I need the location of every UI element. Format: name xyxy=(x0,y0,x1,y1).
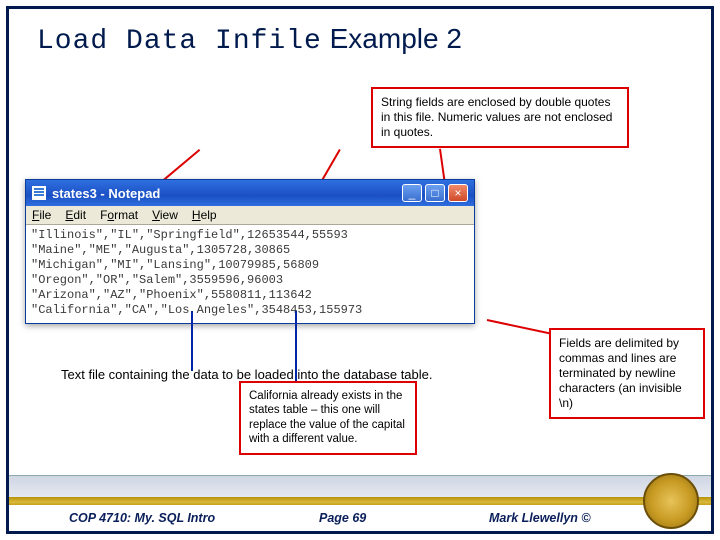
title-rest: Example 2 xyxy=(330,23,462,54)
slide-title: Load Data Infile Example 2 xyxy=(9,9,711,67)
menu-view[interactable]: View xyxy=(152,208,178,222)
callout-delimiters: Fields are delimited by commas and lines… xyxy=(549,328,705,419)
window-buttons: _ □ × xyxy=(402,184,468,202)
ucf-seal-icon xyxy=(643,473,699,529)
minimize-button[interactable]: _ xyxy=(402,184,422,202)
file-line: "Maine","ME","Augusta",1305728,30865 xyxy=(31,243,290,257)
file-line: "California","CA","Los Angeles",3548453,… xyxy=(31,303,362,317)
notepad-titlebar[interactable]: states3 - Notepad _ □ × xyxy=(26,180,474,206)
title-mono: Load Data Infile xyxy=(37,26,322,57)
file-line: "Illinois","IL","Springfield",12653544,5… xyxy=(31,228,348,242)
footer-author: Mark Llewellyn © xyxy=(489,511,591,525)
notepad-icon xyxy=(32,186,46,200)
footer-course: COP 4710: My. SQL Intro xyxy=(69,511,215,525)
menu-edit[interactable]: Edit xyxy=(65,208,86,222)
menu-format[interactable]: Format xyxy=(100,208,138,222)
maximize-button[interactable]: □ xyxy=(425,184,445,202)
notepad-window: states3 - Notepad _ □ × File Edit Format… xyxy=(25,179,475,324)
notepad-menubar: File Edit Format View Help xyxy=(26,206,474,225)
close-button[interactable]: × xyxy=(448,184,468,202)
connector-line xyxy=(191,311,193,371)
connector-line xyxy=(487,319,558,336)
note-textfile: Text file containing the data to be load… xyxy=(61,367,433,382)
slide-frame: Load Data Infile Example 2 String fields… xyxy=(6,6,714,534)
file-line: "Oregon","OR","Salem",3559596,96003 xyxy=(31,273,283,287)
file-line: "Michigan","MI","Lansing",10079985,56809 xyxy=(31,258,319,272)
footer-page: Page 69 xyxy=(319,511,366,525)
menu-help[interactable]: Help xyxy=(192,208,217,222)
file-line: "Arizona","AZ","Phoenix",5580811,113642 xyxy=(31,288,312,302)
callout-string-fields: String fields are enclosed by double quo… xyxy=(371,87,629,148)
footer-gradient xyxy=(9,475,711,499)
menu-file[interactable]: File xyxy=(32,208,51,222)
slide-footer: COP 4710: My. SQL Intro Page 69 Mark Lle… xyxy=(9,475,711,531)
notepad-textarea[interactable]: "Illinois","IL","Springfield",12653544,5… xyxy=(26,225,474,323)
notepad-title-text: states3 - Notepad xyxy=(52,186,160,201)
callout-california: California already exists in the states … xyxy=(239,381,417,455)
